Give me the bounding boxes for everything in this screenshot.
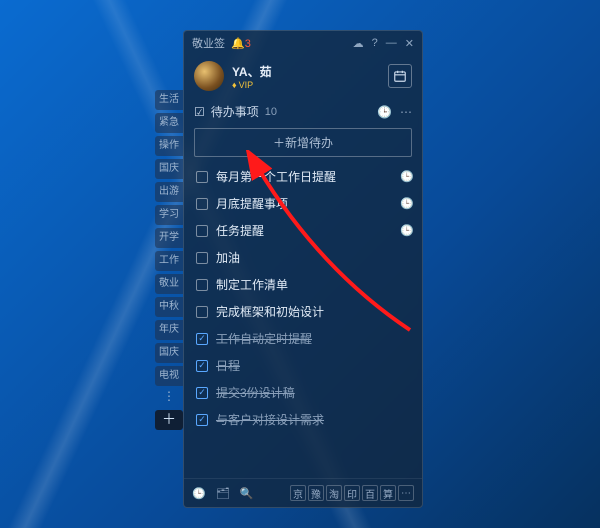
todo-text: 制定工作清单 <box>216 276 414 293</box>
todo-text: 工作自动定时提醒 <box>216 330 414 347</box>
user-name: YA、茹 <box>232 63 272 80</box>
todo-checkbox[interactable] <box>196 198 208 210</box>
minimize-icon[interactable]: — <box>386 37 397 49</box>
footer-more-icon[interactable]: ⋯ <box>398 485 414 501</box>
reminder-clock-icon[interactable]: 🕒 <box>400 224 414 237</box>
footer-shortcut-chip[interactable]: 百 <box>362 485 378 501</box>
user-row: YA、茹 ♦VIP <box>184 55 422 99</box>
todo-checkbox[interactable] <box>196 306 208 318</box>
app-panel: 敬业签 🔔3 ☁ ? — ✕ YA、茹 ♦VIP ☑ 待办事项 10 🕒 <box>183 30 423 508</box>
todo-checkbox[interactable]: ✓ <box>196 360 208 372</box>
footer-shortcut-chip[interactable]: 豫 <box>308 485 324 501</box>
todo-checkbox[interactable] <box>196 225 208 237</box>
reminder-clock-icon[interactable]: 🕒 <box>400 170 414 183</box>
vip-badge: ♦VIP <box>232 80 272 90</box>
todo-text: 完成框架和初始设计 <box>216 303 414 320</box>
reminder-clock-icon[interactable]: 🕒 <box>400 197 414 210</box>
todo-text: 每月第一个工作日提醒 <box>216 168 392 185</box>
side-tag[interactable]: 国庆 <box>155 343 183 363</box>
todo-section-icon: ☑ <box>194 105 205 119</box>
close-icon[interactable]: ✕ <box>405 37 414 50</box>
title-bar: 敬业签 🔔3 ☁ ? — ✕ <box>184 31 422 55</box>
side-tag[interactable]: 学习 <box>155 205 183 225</box>
side-tag[interactable]: 年庆 <box>155 320 183 340</box>
todo-text: 提交3份设计稿 <box>216 384 414 401</box>
section-more-icon[interactable]: ⋯ <box>400 105 412 119</box>
todo-text: 月底提醒事项 <box>216 195 392 212</box>
side-tag[interactable]: 开学 <box>155 228 183 248</box>
todo-item[interactable]: ✓ 工作自动定时提醒 <box>194 325 416 352</box>
add-todo-button[interactable]: ＋新增待办 <box>194 128 412 157</box>
side-tag[interactable]: 工作 <box>155 251 183 271</box>
todo-checkbox[interactable]: ✓ <box>196 387 208 399</box>
side-tag[interactable]: 国庆 <box>155 159 183 179</box>
todo-text: 日程 <box>216 357 414 374</box>
footer-time-icon[interactable]: 🕒 <box>192 487 206 500</box>
todo-item[interactable]: ✓ 提交3份设计稿 <box>194 379 416 406</box>
side-tag[interactable]: 中秋 <box>155 297 183 317</box>
footer-archive-icon[interactable]: 🗂 <box>216 487 230 500</box>
side-tag[interactable]: 紧急 <box>155 113 183 133</box>
todo-item[interactable]: 制定工作清单 <box>194 271 416 298</box>
cloud-sync-icon[interactable]: ☁ <box>353 37 364 50</box>
todo-count: 10 <box>265 106 277 118</box>
todo-text: 与客户对接设计需求 <box>216 411 414 428</box>
side-tag[interactable]: 电视 <box>155 366 183 386</box>
todo-item[interactable]: 任务提醒 🕒 <box>194 217 416 244</box>
side-add-button[interactable]: ＋ <box>155 410 183 430</box>
todo-list: 每月第一个工作日提醒 🕒 月底提醒事项 🕒 任务提醒 🕒 加油制定工作清单完成框架和初始设计… <box>184 163 422 478</box>
footer-shortcut-chip[interactable]: 印 <box>344 485 360 501</box>
todo-item[interactable]: 加油 <box>194 244 416 271</box>
todo-item[interactable]: ✓ 与客户对接设计需求 <box>194 406 416 433</box>
help-icon[interactable]: ? <box>372 37 378 49</box>
side-tag[interactable]: 生活 <box>155 90 183 110</box>
side-tag[interactable]: 操作 <box>155 136 183 156</box>
todo-item[interactable]: ✓ 日程 <box>194 352 416 379</box>
side-tag[interactable]: 出游 <box>155 182 183 202</box>
todo-checkbox[interactable]: ✓ <box>196 333 208 345</box>
notification-badge[interactable]: 🔔3 <box>231 37 251 50</box>
todo-checkbox[interactable] <box>196 171 208 183</box>
footer-shortcut-chip[interactable]: 京 <box>290 485 306 501</box>
footer-search-icon[interactable]: 🔍 <box>240 487 254 500</box>
todo-item[interactable]: 完成框架和初始设计 <box>194 298 416 325</box>
todo-checkbox[interactable] <box>196 279 208 291</box>
todo-text: 加油 <box>216 249 414 266</box>
side-tag[interactable]: 敬业 <box>155 274 183 294</box>
footer-shortcut-chip[interactable]: 淘 <box>326 485 342 501</box>
avatar[interactable] <box>194 61 224 91</box>
section-clock-icon[interactable]: 🕒 <box>377 105 392 119</box>
section-title: 待办事项 <box>211 103 259 120</box>
todo-checkbox[interactable] <box>196 252 208 264</box>
footer-bar: 🕒 🗂 🔍 京豫淘印百算⋯ <box>184 478 422 507</box>
footer-shortcut-chip[interactable]: 算 <box>380 485 396 501</box>
app-name: 敬业签 <box>192 35 225 51</box>
todo-checkbox[interactable]: ✓ <box>196 414 208 426</box>
calendar-button[interactable] <box>388 64 412 88</box>
todo-text: 任务提醒 <box>216 222 392 239</box>
side-tag-strip: 生活紧急操作国庆出游学习开学工作敬业中秋年庆国庆电视⋮＋ <box>155 90 183 430</box>
todo-item[interactable]: 月底提醒事项 🕒 <box>194 190 416 217</box>
todo-item[interactable]: 每月第一个工作日提醒 🕒 <box>194 163 416 190</box>
side-more-icon[interactable]: ⋮ <box>155 389 183 407</box>
section-header: ☑ 待办事项 10 🕒 ⋯ <box>184 99 422 124</box>
